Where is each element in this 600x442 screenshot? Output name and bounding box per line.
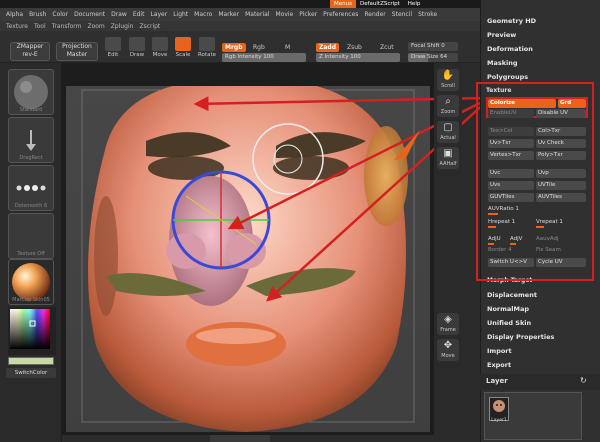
uvc-button[interactable]: Uvc: [488, 169, 534, 178]
hrepeat-label: Hrepeat 1: [488, 219, 516, 225]
uvp-button[interactable]: Uvp: [536, 169, 586, 178]
grd-button[interactable]: Grd: [558, 99, 586, 108]
vrepeat-label: Vrepeat 1: [536, 219, 563, 225]
vrepeat-slider[interactable]: Vrepeat 1: [536, 218, 586, 228]
uv-txr-button[interactable]: Uv>Txr: [488, 139, 534, 148]
vertex-txr-button[interactable]: Vertex>Txr: [488, 151, 534, 160]
disable-uv-button[interactable]: Disable UV: [536, 109, 586, 118]
move-view-button[interactable]: ✥ Move: [437, 339, 459, 361]
palette-geometry-hd[interactable]: Geometry HD: [487, 17, 536, 25]
auvadj-button[interactable]: AauvAdj: [536, 235, 586, 243]
frame-button[interactable]: ◈ Frame: [437, 313, 459, 335]
aahalf-label: AAHalf: [439, 161, 457, 167]
enable-uv-button[interactable]: EnableUV: [488, 109, 534, 118]
adjv-slider[interactable]: AdjV: [510, 235, 532, 245]
canvas-scroll-bar[interactable]: [210, 435, 270, 442]
layer-thumbnail[interactable]: Layer1: [489, 397, 509, 423]
uvs-button[interactable]: Uvs: [488, 181, 534, 190]
hrepeat-slider[interactable]: Hrepeat 1: [488, 218, 534, 228]
frame-label: Frame: [440, 327, 456, 333]
palette-display-properties[interactable]: Display Properties: [487, 333, 554, 341]
layer-thumb-label: Layer1: [491, 418, 507, 423]
scroll-label: Scroll: [441, 83, 455, 89]
right-shelf: ✋ Scroll ⌕ Zoom ▢ Actual ▣ AAHalf ◈ Frame ✥ Mo…: [434, 63, 462, 442]
layer-head-icon: [493, 400, 505, 412]
adjv-label: AdjV: [510, 236, 523, 242]
zoom-label: Zoom: [440, 109, 456, 115]
texture-subpalette: Texture Colorize Grd EnableUV Disable UV…: [476, 82, 594, 281]
aahalf-icon: ▣: [443, 148, 453, 159]
refresh-icon[interactable]: ↻: [580, 376, 587, 385]
palette-polygroups[interactable]: Polygroups: [487, 73, 528, 81]
actual-button[interactable]: ▢ Actual: [437, 121, 459, 143]
colorize-button[interactable]: Colorize: [488, 99, 556, 108]
poly-txr-button[interactable]: Poly>Txr: [536, 151, 586, 160]
switch-uv-button[interactable]: Switch U<>V: [488, 258, 534, 267]
adju-slider[interactable]: AdjU: [488, 235, 508, 245]
texture-title[interactable]: Texture: [486, 87, 511, 95]
palette-displacement[interactable]: Displacement: [487, 291, 537, 299]
auvtiles-button[interactable]: AUVTiles: [536, 193, 586, 202]
aahalf-button[interactable]: ▣ AAHalf: [437, 147, 459, 169]
scroll-button[interactable]: ✋ Scroll: [437, 69, 459, 91]
palette-normal-map[interactable]: NormalMap: [487, 305, 529, 313]
palette-unified-skin[interactable]: Unified Skin: [487, 319, 531, 327]
palette-export[interactable]: Export: [487, 361, 511, 369]
zoom-button[interactable]: ⌕ Zoom: [437, 95, 459, 117]
frame-icon: ◈: [444, 314, 452, 325]
adju-label: AdjU: [488, 236, 501, 242]
zoom-icon: ⌕: [445, 96, 451, 107]
actual-icon: ▢: [443, 122, 453, 133]
cycle-uv-button[interactable]: Cycle UV: [536, 258, 586, 267]
uv-check-button[interactable]: Uv Check: [536, 139, 586, 148]
layer-title: Layer: [486, 377, 508, 385]
guvtiles-button[interactable]: GUVTiles: [488, 193, 534, 202]
uvtile-button[interactable]: UVTile: [536, 181, 586, 190]
auvratio-slider[interactable]: AUVRatio 1: [488, 205, 534, 215]
col-txr-button[interactable]: Col>Txr: [536, 127, 586, 136]
palette-deformation[interactable]: Deformation: [487, 45, 533, 53]
palette-masking[interactable]: Masking: [487, 59, 518, 67]
tex-col-button[interactable]: Tex>Col: [488, 127, 534, 136]
layer-header[interactable]: Layer ↻: [480, 374, 600, 390]
border-slider[interactable]: Border 4: [488, 246, 534, 254]
actual-label: Actual: [440, 135, 456, 141]
palette-preview[interactable]: Preview: [487, 31, 516, 39]
fix-seam-button[interactable]: Fix Seam: [536, 246, 586, 254]
palette-import[interactable]: Import: [487, 347, 512, 355]
hand-icon: ✋: [441, 70, 455, 81]
auvratio-label: AUVRatio 1: [488, 206, 519, 212]
move-view-icon: ✥: [443, 340, 453, 351]
move-view-label: Move: [441, 353, 455, 359]
layer-list: Layer1: [484, 392, 582, 440]
